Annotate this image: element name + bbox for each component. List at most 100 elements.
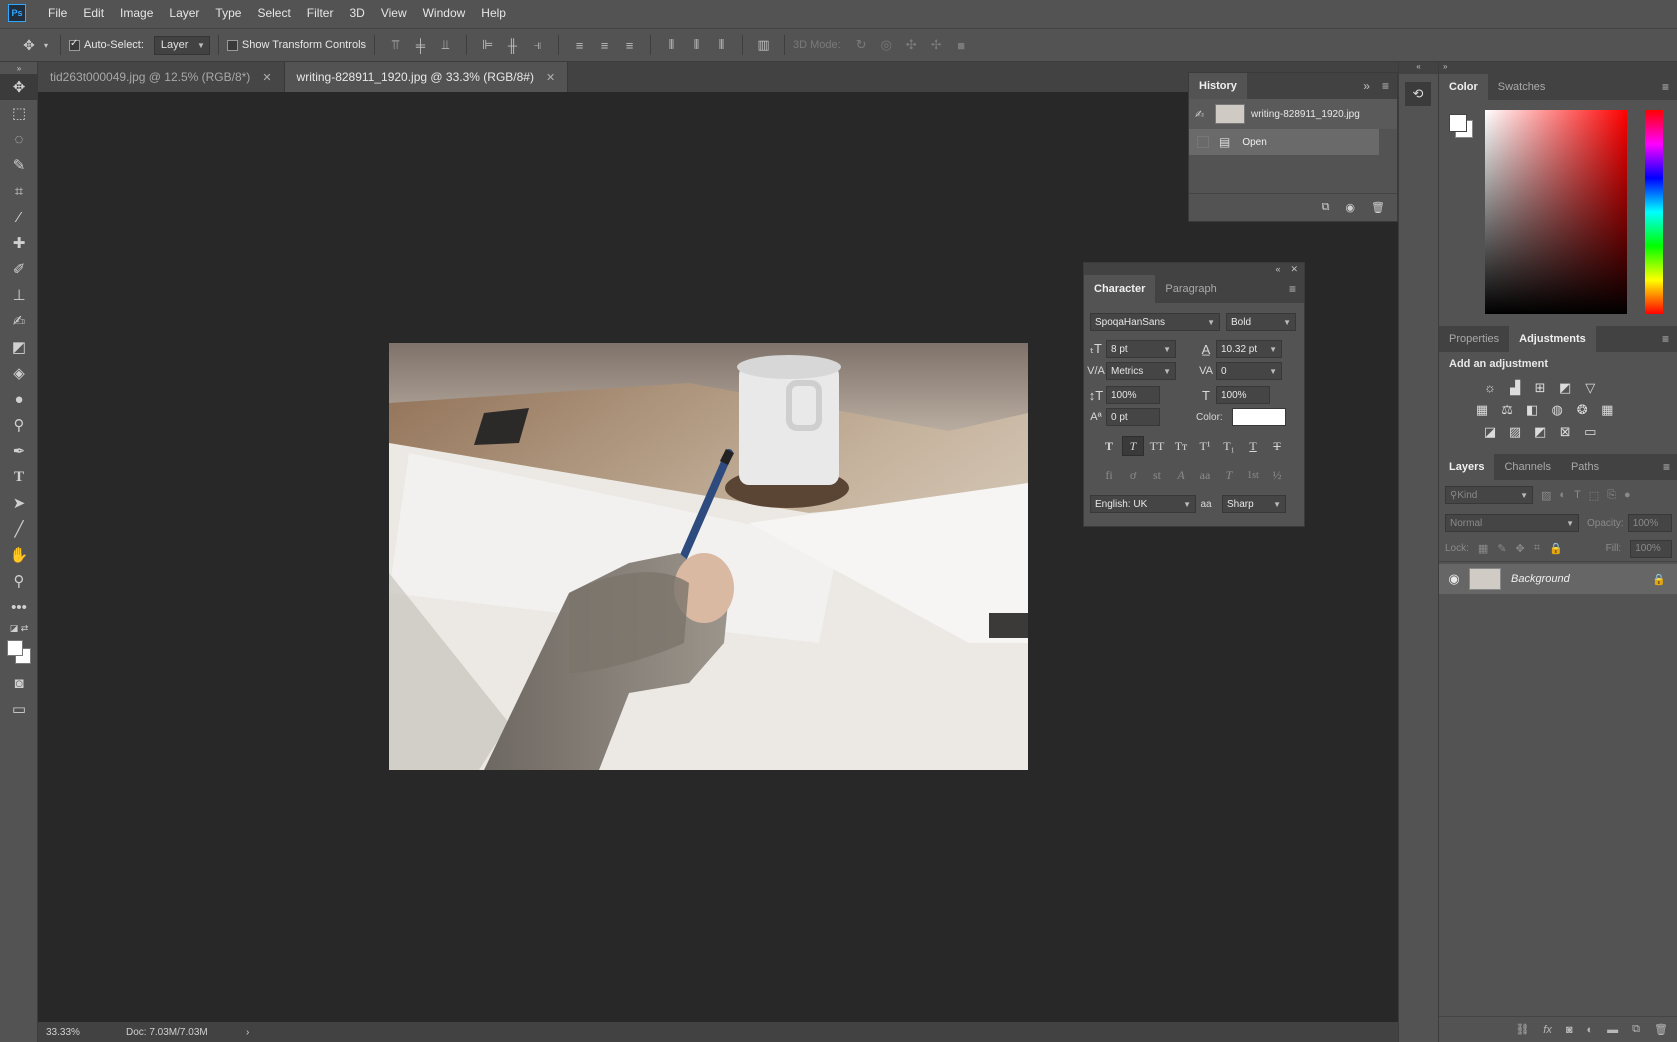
exposure-icon[interactable]: ◩ — [1554, 377, 1576, 399]
tab-channels[interactable]: Channels — [1494, 454, 1560, 480]
collapse-dock-icon[interactable]: » — [1439, 62, 1677, 74]
all-caps-button[interactable]: TT — [1146, 436, 1168, 456]
black-white-icon[interactable]: ◧ — [1521, 399, 1543, 421]
levels-icon[interactable]: ▟ — [1504, 377, 1526, 399]
brightness-contrast-icon[interactable]: ☼ — [1479, 376, 1501, 398]
filter-type-icon[interactable]: T — [1574, 489, 1581, 501]
standard-ligatures-button[interactable]: fi — [1098, 465, 1120, 485]
new-layer-icon[interactable]: ⧉ — [1632, 1023, 1640, 1036]
lock-transparent-icon[interactable]: ▦ — [1478, 542, 1488, 555]
align-vcenter-icon[interactable]: ╪ — [408, 38, 433, 53]
vertical-scale-field[interactable]: 100% — [1106, 386, 1160, 404]
photo-filter-icon[interactable]: ◍ — [1546, 399, 1568, 421]
discretionary-ligatures-button[interactable]: st — [1146, 465, 1168, 485]
layer-filter-dropdown[interactable]: ⚲ Kind ▼ — [1445, 486, 1533, 504]
text-color-swatch[interactable] — [1232, 408, 1286, 426]
vibrance-icon[interactable]: ▽ — [1579, 377, 1601, 399]
screen-mode-icon[interactable]: ▭ — [0, 696, 38, 722]
fill-field[interactable]: 100% — [1630, 539, 1672, 558]
zoom-level[interactable]: 33.33% — [46, 1027, 126, 1038]
chevron-right-icon[interactable]: › — [246, 1027, 249, 1038]
faux-bold-button[interactable]: T — [1098, 436, 1120, 456]
color-field[interactable] — [1485, 110, 1627, 314]
font-family-dropdown[interactable]: SpoqaHanSans ▼ — [1090, 313, 1220, 331]
panel-menu-icon[interactable]: ≡ — [1655, 454, 1677, 480]
tab-swatches[interactable]: Swatches — [1488, 74, 1556, 100]
trash-icon[interactable]: 🗑 — [1371, 201, 1385, 214]
subscript-button[interactable]: T₁ — [1218, 436, 1240, 456]
titling-alternates-button[interactable]: T — [1218, 465, 1240, 485]
panel-menu-icon[interactable]: ≡ — [1281, 275, 1304, 303]
filter-toggle-icon[interactable]: ● — [1624, 489, 1631, 501]
filter-adjustment-icon[interactable]: ◐ — [1559, 489, 1566, 501]
menu-edit[interactable]: Edit — [75, 0, 112, 26]
trash-icon[interactable]: 🗑 — [1654, 1023, 1668, 1036]
dodge-tool-icon[interactable]: ⚲ — [0, 412, 38, 438]
underline-button[interactable]: T — [1242, 436, 1264, 456]
menu-filter[interactable]: Filter — [299, 0, 342, 26]
distribute-top-icon[interactable]: ≡ — [567, 38, 592, 53]
curves-icon[interactable]: ⊞ — [1529, 377, 1551, 399]
color-balance-icon[interactable]: ⚖ — [1496, 399, 1518, 421]
quick-mask-icon[interactable]: ◙ — [0, 670, 38, 696]
faux-italic-button[interactable]: T — [1122, 436, 1144, 456]
contextual-alternates-button[interactable]: ơ — [1122, 465, 1144, 485]
history-brush-source-icon[interactable]: ✍ — [1195, 108, 1211, 121]
healing-brush-tool-icon[interactable]: ✚ — [0, 230, 38, 256]
paint-bucket-tool-icon[interactable]: ◈ — [0, 360, 38, 386]
kerning-field[interactable]: Metrics ▼ — [1106, 362, 1176, 380]
language-dropdown[interactable]: English: UK ▼ — [1090, 495, 1196, 513]
tab-layers[interactable]: Layers — [1439, 454, 1495, 480]
layer-row[interactable]: ◉ Background 🔒 — [1439, 564, 1677, 594]
baseline-shift-field[interactable]: 0 pt — [1106, 408, 1160, 426]
posterize-icon[interactable]: ▨ — [1504, 421, 1526, 443]
new-group-icon[interactable]: ▬ — [1607, 1024, 1618, 1036]
fractions-button[interactable]: ½ — [1266, 465, 1288, 485]
tab-paths[interactable]: Paths — [1561, 454, 1609, 480]
opacity-field[interactable]: 100% — [1627, 514, 1672, 532]
small-caps-button[interactable]: Tт — [1170, 436, 1192, 456]
tab-adjustments[interactable]: Adjustments — [1509, 326, 1596, 352]
auto-select-dropdown[interactable]: Layer ▼ — [153, 35, 210, 55]
align-right-icon[interactable]: ⫣ — [525, 37, 550, 53]
new-document-from-state-icon[interactable]: ⧉ — [1322, 201, 1330, 214]
layer-name[interactable]: Background — [1511, 573, 1570, 585]
menu-file[interactable]: File — [40, 0, 75, 26]
line-tool-icon[interactable]: ╱ — [0, 516, 38, 542]
lock-position-icon[interactable]: ✥ — [1516, 542, 1525, 555]
blur-tool-icon[interactable]: ● — [0, 386, 38, 412]
path-select-tool-icon[interactable]: ➤ — [0, 490, 38, 516]
menu-select[interactable]: Select — [249, 0, 298, 26]
menu-layer[interactable]: Layer — [161, 0, 207, 26]
link-layers-icon[interactable]: ⛓ — [1515, 1023, 1529, 1036]
auto-align-icon[interactable]: ▥ — [751, 37, 776, 53]
stylistic-alternates-button[interactable]: aa — [1194, 465, 1216, 485]
align-left-icon[interactable]: ⊫ — [475, 37, 500, 53]
canvas-image[interactable] — [389, 343, 1028, 770]
history-source-box[interactable] — [1197, 136, 1209, 148]
auto-select-checkbox[interactable] — [69, 38, 80, 51]
panel-menu-icon[interactable]: ≡ — [1374, 73, 1397, 99]
menu-view[interactable]: View — [373, 0, 415, 26]
add-mask-icon[interactable]: ◙ — [1566, 1024, 1573, 1036]
align-bottom-icon[interactable]: ⫫ — [433, 37, 458, 53]
more-tools-icon[interactable]: ••• — [0, 594, 38, 620]
type-tool-icon[interactable]: T — [0, 464, 38, 490]
move-tool-icon[interactable]: ✥ — [18, 37, 40, 54]
leading-field[interactable]: 10.32 pt ▼ — [1216, 340, 1282, 358]
align-hcenter-icon[interactable]: ╫ — [500, 38, 525, 53]
collapse-toolbox-icon[interactable]: » — [0, 62, 38, 74]
history-brush-tool-icon[interactable]: ✍ — [0, 308, 38, 334]
crop-tool-icon[interactable]: ⌗ — [0, 178, 38, 204]
close-icon[interactable]: ✕ — [262, 71, 271, 84]
lock-pixels-icon[interactable]: ✎ — [1497, 542, 1506, 555]
tab-properties[interactable]: Properties — [1439, 326, 1509, 352]
menu-3d[interactable]: 3D — [341, 0, 372, 26]
align-top-icon[interactable]: ⫪ — [383, 37, 408, 53]
color-lookup-icon[interactable]: ▦ — [1596, 399, 1618, 421]
superscript-button[interactable]: T¹ — [1194, 436, 1216, 456]
tab-color[interactable]: Color — [1439, 74, 1488, 100]
collapse-panel-icon[interactable]: « — [1275, 264, 1280, 274]
threshold-icon[interactable]: ◩ — [1529, 421, 1551, 443]
doc-tab-2[interactable]: writing-828911_1920.jpg @ 33.3% (RGB/8#)… — [284, 62, 569, 92]
